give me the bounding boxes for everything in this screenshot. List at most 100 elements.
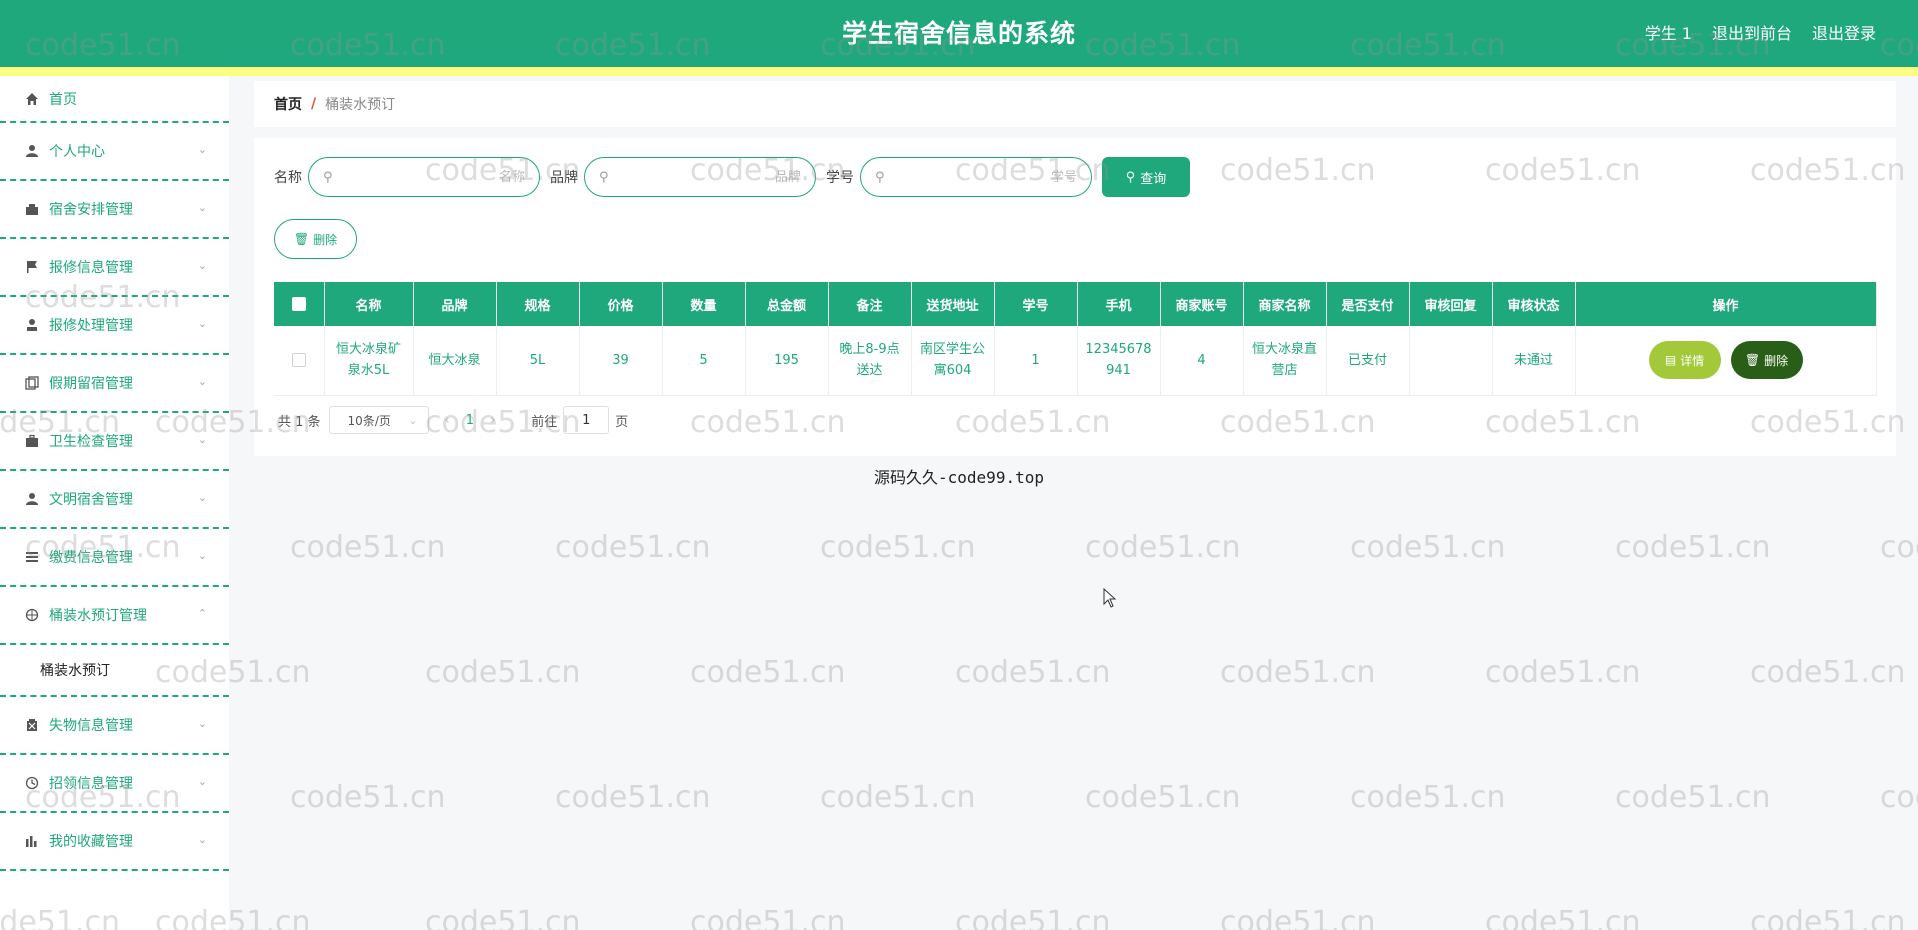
watermark-text: code51.cn (555, 780, 711, 815)
watermark-text: code51.cn (1615, 780, 1771, 815)
watermark-text: code51.cn (1220, 655, 1376, 690)
actions-cell: ▤ 详情 🗑 删除 (1575, 326, 1877, 396)
brand-search-field: ⚲ (584, 157, 816, 197)
table-cell: 1 (994, 326, 1078, 396)
breadcrumb-separator: / (311, 96, 317, 112)
row-delete-label: 删除 (1764, 353, 1789, 368)
table-cell: 5L (496, 326, 580, 396)
sidebar: 首页 个人中心 ⌄ 宿舍安排管理 ⌄ 报修信息管理 ⌄ 报修处理管理 ⌄ 假期留… (0, 76, 229, 930)
sidebar-item-hygiene-check[interactable]: 卫生检查管理 ⌄ (0, 413, 229, 471)
sidebar-item-personal-center[interactable]: 个人中心 ⌄ (0, 123, 229, 181)
search-icon: ⚲ (1125, 169, 1136, 184)
watermark-text: code51.cn (1750, 905, 1906, 930)
page-size-select[interactable]: 10条/页 ⌄ (328, 406, 429, 434)
watermark-text: code51.cn (1350, 780, 1506, 815)
row-select-cell (274, 326, 325, 396)
sidebar-item-label: 首页 (49, 91, 77, 108)
watermark-text: code51.cn (1220, 905, 1376, 930)
batch-delete-button[interactable]: 🗑 删除 (274, 219, 357, 259)
sidebar-item-label: 宿舍安排管理 (49, 202, 133, 218)
sidebar-item-favorites[interactable]: 我的收藏管理 ⌄ (0, 813, 229, 871)
watermark-text: code51.cn (1485, 655, 1641, 690)
app-title: 学生宿舍信息的系统 (841, 19, 1076, 48)
sidebar-item-label: 卫生检查管理 (49, 434, 133, 450)
content-card: 名称 ⚲ 品牌 ⚲ 学号 ⚲ ⚲ 查询 🗑 删除 名称 (254, 138, 1896, 456)
watermark-text: code51.cn (955, 655, 1111, 690)
detail-button[interactable]: ▤ 详情 (1648, 341, 1721, 380)
search-icon: ⚲ (875, 169, 885, 185)
sidebar-item-holiday-stay[interactable]: 假期留宿管理 ⌄ (0, 355, 229, 413)
column-header: 学号 (994, 282, 1078, 326)
sidebar-subitem-water-order[interactable]: 桶装水预订 (0, 645, 229, 697)
query-button[interactable]: ⚲ 查询 (1102, 157, 1190, 197)
chevron-down-icon: ⌄ (197, 717, 207, 731)
table-cell: 4 (1160, 326, 1244, 396)
watermark-text: code51.cn (690, 905, 846, 930)
person-icon (24, 491, 40, 507)
sidebar-item-found-items[interactable]: 招领信息管理 ⌄ (0, 755, 229, 813)
watermark-text: code51.cn (1085, 530, 1241, 565)
select-all-checkbox[interactable] (291, 297, 306, 311)
prev-page-button[interactable]: ‹ (445, 413, 450, 428)
watermark-text: code51.cn (820, 530, 976, 565)
cart-icon (24, 201, 40, 217)
suitcase-icon (24, 433, 40, 449)
sidebar-item-dorm-arrangement[interactable]: 宿舍安排管理 ⌄ (0, 181, 229, 239)
chevron-down-icon: ⌄ (197, 201, 207, 215)
exit-to-frontend-link[interactable]: 退出到前台 (1712, 20, 1792, 44)
column-header: 名称 (324, 282, 414, 326)
logout-link[interactable]: 退出登录 (1812, 20, 1876, 44)
sidebar-item-lost-items[interactable]: 失物信息管理 ⌄ (0, 697, 229, 755)
home-icon (24, 91, 40, 107)
chevron-down-icon: ⌄ (408, 413, 418, 427)
sidebar-item-label: 失物信息管理 (49, 718, 133, 734)
column-header: 审核回复 (1409, 282, 1493, 326)
next-page-button[interactable]: › (490, 413, 495, 428)
table-cell: 南区学生公寓604 (911, 326, 995, 396)
chevron-down-icon: ⌄ (197, 833, 207, 847)
name-input[interactable] (340, 169, 525, 185)
sidebar-item-water-order[interactable]: 桶装水预订管理 ⌃ (0, 587, 229, 645)
copy-icon (24, 375, 40, 391)
page-number[interactable]: 1 (466, 413, 474, 428)
watermark-text: code51.cn (290, 780, 446, 815)
sidebar-item-repair-handling[interactable]: 报修处理管理 ⌄ (0, 297, 229, 355)
table-cell: 195 (745, 326, 829, 396)
column-header: 是否支付 (1326, 282, 1410, 326)
detail-button-label: 详情 (1680, 353, 1705, 368)
watermark-text: code51.cn (425, 905, 581, 930)
list-icon (24, 549, 40, 565)
table-cell: 恒大冰泉矿泉水5L (324, 326, 414, 396)
goto-page-input[interactable] (563, 406, 610, 434)
sidebar-item-label: 个人中心 (49, 144, 105, 160)
sidebar-item-home[interactable]: 首页 (0, 76, 229, 123)
brand-input[interactable] (616, 169, 801, 185)
clock-icon (24, 775, 40, 791)
table-cell: 未通过 (1492, 326, 1576, 396)
header-accent-stripe (0, 67, 1918, 76)
top-links: 学生 1 退出到前台 退出登录 (1645, 20, 1876, 44)
batch-delete-label: 删除 (313, 232, 338, 247)
total-count: 共 1 条 (278, 414, 321, 430)
watermark-text: code51.cn (1880, 530, 1918, 565)
table-cell: 39 (579, 326, 663, 396)
flag-icon (24, 259, 40, 275)
document-icon: ▤ (1664, 353, 1677, 368)
chevron-down-icon: ⌄ (197, 317, 207, 331)
sidebar-item-label: 我的收藏管理 (49, 834, 133, 850)
watermark-text: code51.cn (820, 780, 976, 815)
select-all-header (274, 282, 325, 326)
breadcrumb-home[interactable]: 首页 (274, 94, 302, 114)
sidebar-item-repair-info[interactable]: 报修信息管理 ⌄ (0, 239, 229, 297)
student-id-input[interactable] (892, 169, 1077, 185)
chevron-down-icon: ⌄ (197, 433, 207, 447)
current-user-link[interactable]: 学生 1 (1645, 20, 1692, 44)
sidebar-item-label: 报修处理管理 (49, 318, 133, 334)
row-checkbox[interactable] (291, 353, 306, 368)
watermark-text: code51.cn (1350, 530, 1506, 565)
row-delete-button[interactable]: 🗑 删除 (1730, 341, 1803, 380)
sidebar-item-payment-info[interactable]: 缴费信息管理 ⌄ (0, 529, 229, 587)
column-header: 操作 (1575, 282, 1877, 326)
column-header: 商家名称 (1243, 282, 1327, 326)
sidebar-item-label: 缴费信息管理 (49, 550, 133, 566)
